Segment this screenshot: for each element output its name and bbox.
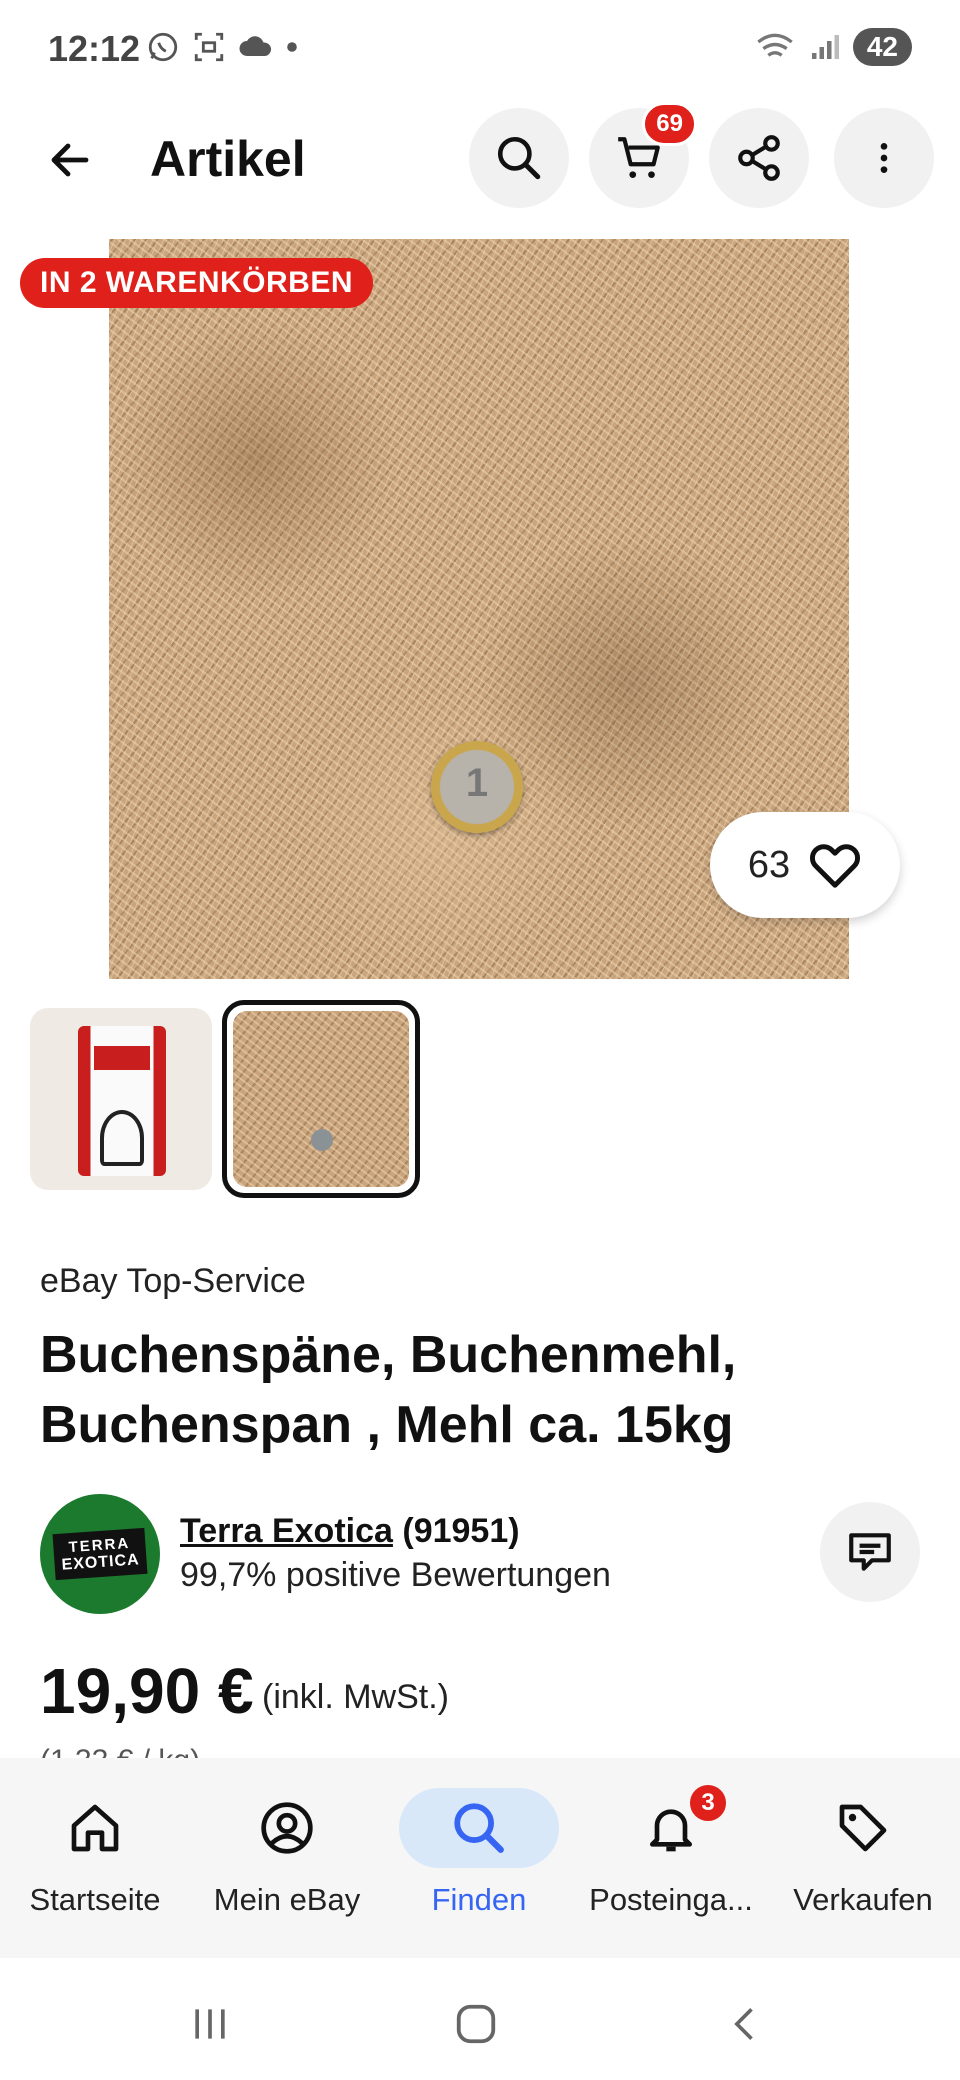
page-title: Artikel [150,131,306,187]
home-system-button[interactable] [446,1994,506,2054]
home-icon [71,1804,119,1852]
thumbnail-coin [311,1129,333,1151]
app-bar: Artikel 69 [0,100,960,220]
system-back-button[interactable] [716,1994,776,2054]
bag-label [94,1046,150,1070]
watch-count: 63 [747,843,791,886]
arrow-left-icon [51,143,89,177]
account-icon [261,1802,313,1854]
coin-text: 1 [465,761,489,805]
cart-count-badge: 69 [642,102,697,146]
product-title: Buchenspäne, Buchenmehl, Buchenspan , Me… [40,1326,737,1454]
search-icon [454,1803,504,1853]
system-icons: 42 [755,28,912,66]
thumbnail-bag[interactable] [30,1008,212,1190]
nav-label-my-ebay: Mein eBay [213,1882,361,1917]
more-vertical-icon [880,143,888,173]
watch-button[interactable]: 63 [710,812,900,918]
whatsapp-icon [148,32,178,62]
inbox-badge: 3 [687,1782,729,1824]
nav-item-sell[interactable]: Verkaufen [768,1788,958,1918]
nav-icon-wrap [15,1788,175,1868]
cloud-icon [239,36,272,56]
nav-icon-wrap [399,1788,559,1868]
search-icon [497,136,541,180]
nav-item-search[interactable]: Finden [384,1788,574,1918]
bag-flame-graphic [100,1110,144,1166]
coin-in-image: 1 [431,741,523,833]
seller-logo-text: TERRA EXOTICA [52,1527,148,1581]
thumbnail-chips-selected[interactable] [222,1000,420,1198]
back-button[interactable] [30,120,110,200]
chat-icon [849,1533,891,1571]
nav-item-inbox[interactable]: 3 Posteinga... [576,1782,766,1918]
price: 19,90 € [40,1655,254,1727]
recent-apps-button[interactable] [180,1994,240,2054]
price-tax-note: (inkl. MwSt.) [262,1678,449,1716]
thumbnail-chips-image [233,1011,409,1187]
contact-seller-button[interactable] [820,1502,920,1602]
seller-rating: 99,7% positive Bewertungen [180,1556,611,1594]
nav-icon-wrap [783,1788,943,1868]
chevron-left-icon [734,2008,753,2040]
heart-icon [810,844,861,888]
dot-icon [287,42,297,52]
search-button[interactable] [469,108,569,208]
nav-icon-wrap [207,1788,367,1868]
cart-button[interactable]: 69 [589,102,697,208]
nav-item-my-ebay[interactable]: Mein eBay [192,1788,382,1918]
recent-apps-icon [195,2009,225,2039]
share-button[interactable] [709,108,809,208]
nav-label-inbox: Posteinga... [589,1882,753,1917]
top-service-label: eBay Top-Service [40,1262,306,1300]
status-bar: 12:12 42 [0,0,960,100]
nav-item-home[interactable]: Startseite [0,1788,190,1918]
nav-icon-wrap: 3 [591,1782,751,1868]
seller-avatar[interactable]: TERRA EXOTICA [40,1494,160,1614]
in-carts-tag: IN 2 WARENKÖRBEN [20,258,374,308]
screenshot-icon [194,32,224,62]
status-time: 12:12 [48,28,141,69]
tag-icon [839,1804,887,1852]
more-options-button[interactable] [834,108,934,208]
home-circle-icon [456,2004,496,2044]
notification-icons [146,30,298,64]
seller-name-link[interactable]: Terra Exotica [180,1512,393,1550]
nav-label-sell: Verkaufen [793,1882,933,1917]
battery-indicator: 42 [852,28,912,66]
nav-label-home: Startseite [29,1882,161,1917]
bag-image [78,1026,166,1176]
share-icon [738,135,780,181]
nav-label-search: Finden [431,1882,527,1917]
seller-score: (91951) [402,1512,520,1550]
bottom-nav: Startseite Mein eBay Finden 3 Posteinga.… [0,1758,960,1958]
seller-name-row: Terra Exotica (91951) [180,1512,520,1551]
system-navigation-bar [0,1958,960,2080]
wifi-icon [757,33,793,57]
signal-icon [811,35,839,59]
